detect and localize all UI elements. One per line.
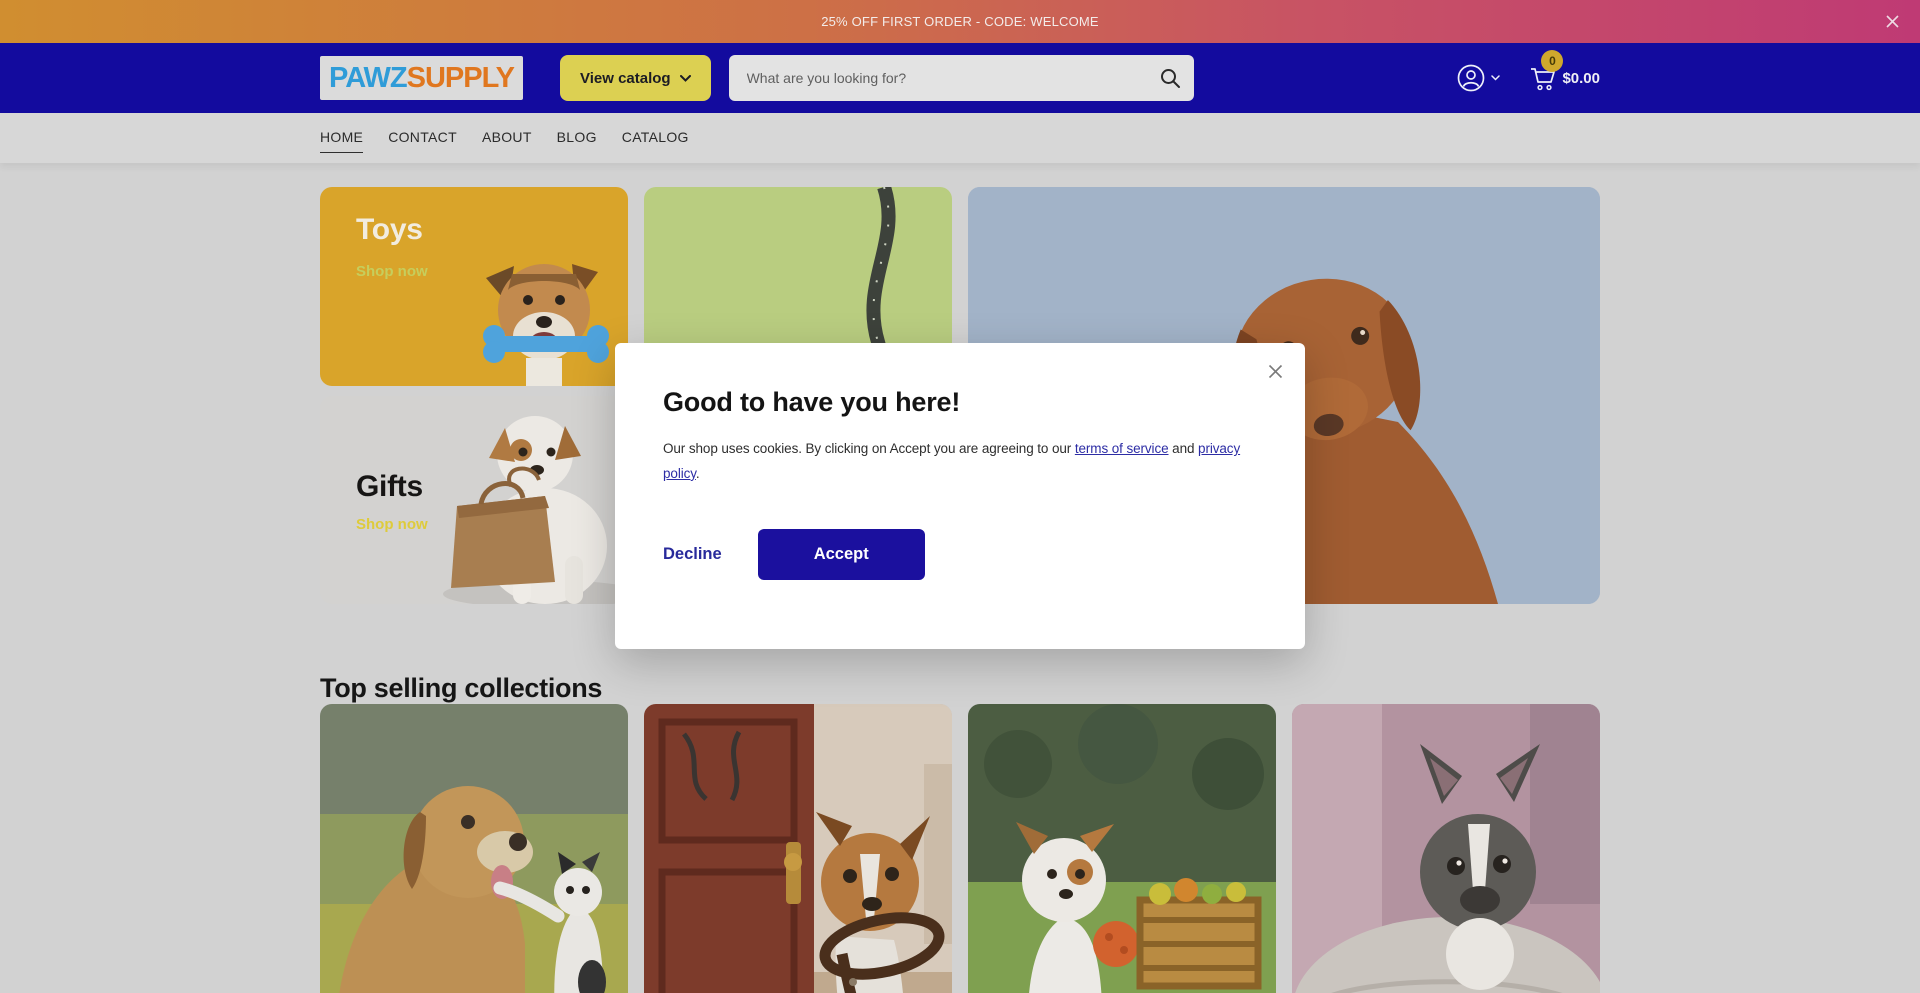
modal-title: Good to have you here! (663, 387, 1257, 418)
modal-body: Our shop uses cookies. By clicking on Ac… (663, 437, 1257, 487)
decline-button[interactable]: Decline (663, 545, 722, 564)
modal-close-button[interactable] (1259, 355, 1291, 387)
modal-body-end: . (696, 466, 700, 481)
modal-body-and: and (1169, 441, 1199, 456)
accept-button[interactable]: Accept (758, 529, 925, 580)
modal-body-start: Our shop uses cookies. By clicking on Ac… (663, 441, 1075, 456)
cookie-modal: Good to have you here! Our shop uses coo… (615, 343, 1305, 649)
close-icon (1268, 364, 1283, 379)
page: 25% OFF FIRST ORDER - CODE: WELCOME PAWZ… (0, 0, 1920, 993)
terms-of-service-link[interactable]: terms of service (1075, 441, 1169, 456)
modal-actions: Decline Accept (663, 529, 1257, 580)
